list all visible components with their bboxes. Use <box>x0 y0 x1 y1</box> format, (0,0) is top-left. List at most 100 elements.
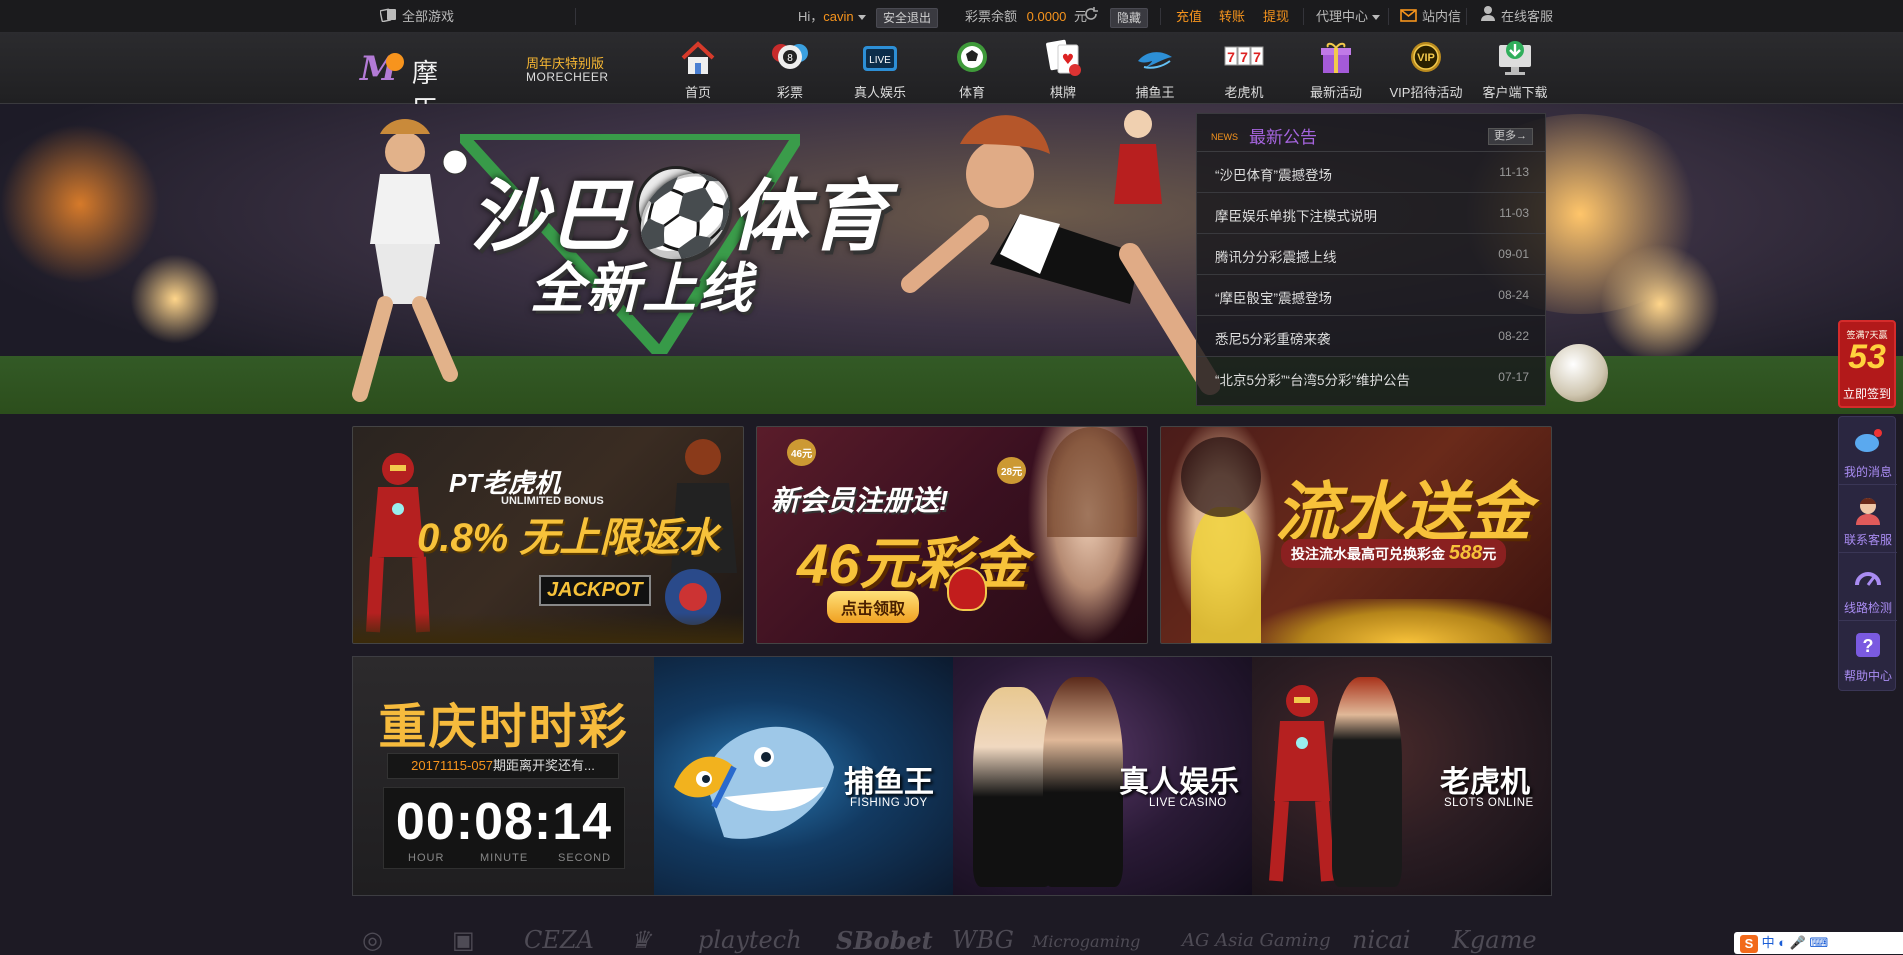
nav-client-download[interactable]: 客户端下载 <box>1472 37 1558 101</box>
all-games-link[interactable]: 全部游戏 <box>379 0 454 34</box>
greeting-label: Hi， <box>798 9 824 24</box>
svg-text:7: 7 <box>1227 49 1235 65</box>
red-envelope-bag <box>947 567 987 611</box>
divider <box>1388 8 1389 25</box>
side-item-label: 我的消息 <box>1843 465 1892 479</box>
partner-crest-icon: ♛ <box>630 926 652 954</box>
news-item-date: 08-24 <box>1498 288 1529 302</box>
nav-home[interactable]: 首页 <box>656 37 740 101</box>
sign-in-button[interactable]: 立即签到 <box>1840 385 1894 402</box>
gift-icon <box>1315 37 1357 79</box>
message-bubble-icon <box>1853 427 1883 457</box>
promo-main-text: 46元彩金 <box>797 532 1028 595</box>
news-item[interactable]: “北京5分彩”“台湾5分彩”维护公告 07-17 <box>1197 357 1545 398</box>
nav-label: 棋牌 <box>1049 85 1076 100</box>
hide-balance-button[interactable]: 隐藏 <box>1110 0 1149 33</box>
news-more-button[interactable]: 更多→ <box>1488 128 1533 145</box>
side-item-customer-service[interactable]: 联系客服 <box>1839 485 1897 553</box>
partner-logos: ◎ ▣ CEZA ♛ playtech SBobet WBG Microgami… <box>352 922 1552 955</box>
news-tag: NEWS <box>1211 132 1238 142</box>
news-item-date: 08-22 <box>1498 329 1529 343</box>
dealer-figure <box>973 687 1053 887</box>
headset-user-icon <box>1479 1 1497 34</box>
nav-lottery[interactable]: 8 彩票 <box>748 37 832 101</box>
agent-center-menu[interactable]: 代理中心 <box>1316 0 1381 33</box>
news-item[interactable]: 悉尼5分彩重磅来袭 08-22 <box>1197 316 1545 357</box>
nav-chess-cards[interactable]: ♥ 棋牌 <box>1021 37 1105 101</box>
nav-fishing[interactable]: 捕鱼王 <box>1113 37 1197 101</box>
news-item[interactable]: 摩臣娱乐单挑下注模式说明 11-03 <box>1197 193 1545 234</box>
side-item-messages[interactable]: 我的消息 <box>1839 417 1897 485</box>
nav-label: VIP招待活动 <box>1389 85 1463 100</box>
speed-gauge-icon <box>1853 563 1883 593</box>
news-item[interactable]: “沙巴体育”震撼登场 11-13 <box>1197 152 1545 193</box>
game-tile-live-casino[interactable]: 真人娱乐 LIVE CASINO <box>953 657 1252 895</box>
cards-icon <box>379 1 398 34</box>
promo-title: 新会员注册送! <box>771 485 949 516</box>
lottery-period-number: 20171115-057 <box>411 758 494 773</box>
partner-logo: SBobet <box>836 926 933 955</box>
ime-toolbar[interactable]: S 中 ◐ 🎤 ⌨ <box>1734 932 1903 954</box>
refresh-balance-button[interactable] <box>1083 0 1103 33</box>
main-header: M 摩臣娱乐 周年庆特别版 MORECHEER 首页 8 彩票 LIVE 真人娱… <box>0 33 1903 200</box>
nav-sports[interactable]: 体育 <box>930 37 1014 101</box>
news-item[interactable]: 腾讯分分彩震撼上线 09-01 <box>1197 234 1545 275</box>
hour-label: HOUR <box>408 852 445 864</box>
deposit-link[interactable]: 充值 <box>1176 0 1202 33</box>
game-tile-title: 捕鱼王 <box>844 766 934 799</box>
news-title: 最新公告 <box>1249 128 1317 147</box>
news-item-title: “沙巴体育”震撼登场 <box>1215 168 1332 183</box>
nav-label: 体育 <box>958 85 985 100</box>
messages-link[interactable]: 站内信 <box>1400 0 1461 33</box>
countdown-timer: 00:08:14 HOUR MINUTE SECOND <box>383 787 625 869</box>
promo-turnover-bonus[interactable]: 流水送金 投注流水最高可兑换彩金 588元 <box>1160 426 1552 644</box>
nav-slots[interactable]: 777 老虎机 <box>1202 37 1286 101</box>
news-item[interactable]: “摩臣骰宝”震撼登场 08-24 <box>1197 275 1545 316</box>
model-hair <box>1181 437 1261 517</box>
countdown-time: 00:08:14 <box>395 793 613 851</box>
shark-fish-graphic <box>674 726 834 839</box>
side-item-help[interactable]: ? 帮助中心 <box>1839 621 1897 689</box>
withdraw-link[interactable]: 提现 <box>1263 0 1289 33</box>
partner-logo: playtech <box>698 926 802 954</box>
sogou-logo-icon: S <box>1740 934 1758 953</box>
mail-icon <box>1400 1 1418 34</box>
ironman-figure <box>1269 685 1335 882</box>
claim-button[interactable]: 点击领取 <box>827 591 920 623</box>
news-item-title: “北京5分彩”“台湾5分彩”维护公告 <box>1215 373 1410 388</box>
nav-vip[interactable]: VIP VIP招待活动 <box>1381 37 1471 101</box>
promo-new-member[interactable]: 新会员注册送! 46元彩金 点击领取 46元 28元 <box>756 426 1148 644</box>
partner-emblem-icon: ◎ <box>362 926 383 954</box>
side-item-line-check[interactable]: 线路检测 <box>1839 553 1897 621</box>
nav-label: 客户端下载 <box>1482 85 1548 100</box>
game-tile-fishing[interactable]: 捕鱼王 FISHING JOY <box>654 657 953 895</box>
partner-logo: WBG <box>952 926 1014 954</box>
transfer-link[interactable]: 转账 <box>1219 0 1245 33</box>
logout-button[interactable]: 安全退出 <box>876 0 939 33</box>
svg-text:LIVE: LIVE <box>869 55 891 66</box>
news-item-date: 07-17 <box>1498 370 1529 384</box>
stadium-light <box>130 254 220 344</box>
hero-banner[interactable]: 沙巴⚽体育 全新上线 <box>0 104 1903 414</box>
slot-777-icon: 777 <box>1223 37 1265 79</box>
promo-pt-slots[interactable]: PT老虎机 UNLIMITED BONUS 0.8% 无上限返水 JACKPOT <box>352 426 744 644</box>
model-hair <box>1047 427 1137 537</box>
game-tile-slots[interactable]: 老虎机 SLOTS ONLINE <box>1252 657 1551 895</box>
news-item-title: 腾讯分分彩震撼上线 <box>1215 250 1337 265</box>
nav-promotions[interactable]: 最新活动 <box>1294 37 1378 101</box>
top-bar: 全部游戏 Hi，cavin 安全退出 彩票余额 0.0000 元 隐藏 充值 转… <box>0 0 1903 33</box>
game-tile-subtitle: LIVE CASINO <box>1149 797 1227 809</box>
widow-figure <box>1332 677 1402 887</box>
promo-main-text: 0.8% 无上限返水 <box>417 516 720 560</box>
online-service-link[interactable]: 在线客服 <box>1479 0 1553 33</box>
news-item-title: 摩臣娱乐单挑下注模式说明 <box>1215 209 1377 224</box>
sign-in-widget[interactable]: 签满7天赢 53 立即签到 <box>1838 320 1896 408</box>
svg-text:7: 7 <box>1253 49 1261 65</box>
lottery-countdown-card[interactable]: 重庆时时彩 20171115-057期距离开奖还有... 00:08:14 HO… <box>353 657 654 895</box>
game-tile-title: 老虎机 <box>1440 766 1530 799</box>
jackpot-sign: JACKPOT <box>539 575 651 606</box>
user-greeting[interactable]: Hi，cavin <box>798 0 866 33</box>
side-item-label: 帮助中心 <box>1843 669 1892 683</box>
nav-live-casino[interactable]: LIVE 真人娱乐 <box>838 37 922 101</box>
stadium-light <box>1600 244 1720 364</box>
